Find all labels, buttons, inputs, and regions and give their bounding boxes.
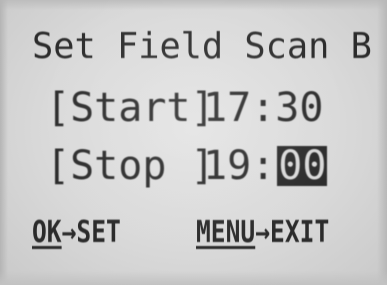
stop-hour-value[interactable]: 19: [203, 143, 275, 189]
stop-label: [Stop ] [46, 143, 215, 189]
lcd-screen: Set Field Scan B [Start] 17:30 [Stop ] 1… [0, 0, 387, 285]
bezel-bottom-edge [0, 271, 387, 285]
bezel-top-edge [0, 0, 387, 10]
menu-action-label: →EXIT [255, 215, 330, 250]
menu-exit-hint: MENU→EXIT [196, 215, 329, 250]
start-label: [Start] [46, 85, 215, 131]
stop-time-field[interactable]: 19:00 [203, 143, 328, 189]
ok-set-hint: OK→SET [32, 215, 121, 250]
screen-title: Set Field Scan B [32, 26, 372, 67]
bezel-right-edge [377, 0, 387, 285]
menu-key-label: MENU [196, 215, 256, 250]
bezel-left-edge [0, 0, 8, 285]
stop-minute-value-selected[interactable]: 00 [277, 146, 328, 186]
start-time-field[interactable]: 17:30 [203, 85, 323, 131]
ok-action-label: →SET [61, 215, 121, 250]
ok-key-label: OK [32, 215, 62, 250]
